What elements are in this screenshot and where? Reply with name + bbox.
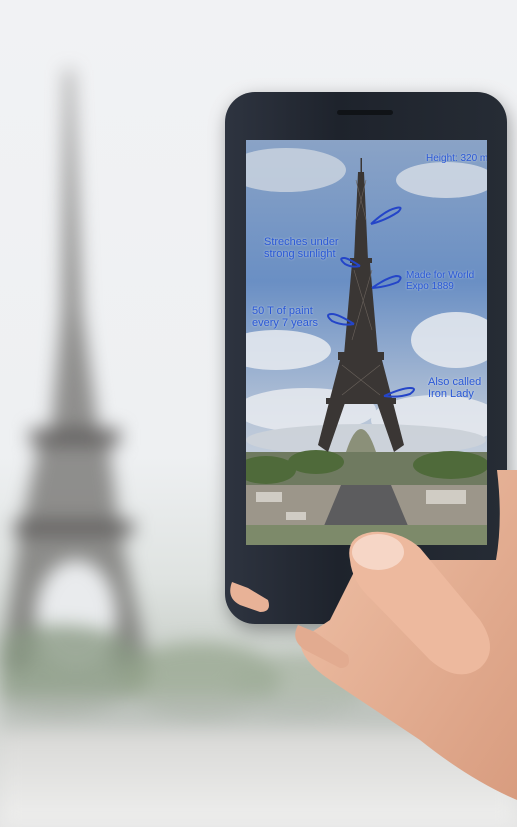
hand [230,470,517,800]
photo-scene: Height: 320 m Streches under strong sunl… [0,0,517,827]
thumbnail [352,534,404,570]
